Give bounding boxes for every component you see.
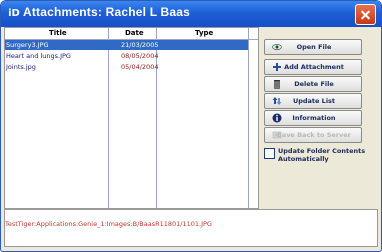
information-button[interactable]: Information bbox=[264, 110, 362, 126]
row-title: Heart and lungs.JPG bbox=[6, 52, 71, 60]
row-title: Surgery3.JPG bbox=[6, 41, 49, 49]
app-logo-icon: iD bbox=[8, 8, 20, 19]
row-date: 08/05/2004 bbox=[121, 52, 159, 60]
path-panel: TestTiger:Applications:Genie_1:Images:B/… bbox=[4, 209, 378, 247]
close-icon[interactable] bbox=[355, 4, 376, 25]
row-date: 05/04/2004 bbox=[121, 63, 159, 71]
update-list-button[interactable]: Update List bbox=[264, 93, 362, 109]
add-attachment-button[interactable]: Add Attachment bbox=[264, 59, 362, 75]
information-label: Information bbox=[292, 114, 336, 122]
column-header-date[interactable]: Date bbox=[125, 29, 144, 37]
row-date: 21/03/2005 bbox=[121, 41, 159, 49]
save-back-label: Save Back to Server bbox=[277, 131, 351, 139]
column-header-type[interactable]: Type bbox=[195, 29, 213, 37]
attachments-window: iD Attachments: Rachel L Baas Title Date… bbox=[0, 0, 382, 252]
update-list-label: Update List bbox=[292, 97, 336, 105]
table-row[interactable]: Joints.jpg 05/04/2004 bbox=[5, 62, 248, 72]
row-title: Joints.jpg bbox=[6, 63, 36, 71]
save-back-to-server-button[interactable]: Save Back to Server bbox=[264, 127, 362, 143]
table-row[interactable]: Surgery3.JPG 21/03/2005 bbox=[5, 40, 248, 50]
open-file-button[interactable]: Open File bbox=[264, 39, 362, 55]
file-path: TestTiger:Applications:Genie_1:Images:B/… bbox=[5, 220, 212, 228]
attachment-list[interactable]: Title Date Type Surgery3.JPG 21/03/2005 … bbox=[4, 27, 259, 209]
column-header-title[interactable]: Title bbox=[49, 29, 67, 37]
table-row[interactable]: Heart and lungs.JPG 08/05/2004 bbox=[5, 51, 248, 61]
title-bar[interactable]: iD Attachments: Rachel L Baas bbox=[1, 1, 381, 27]
delete-file-button[interactable]: Delete File bbox=[264, 76, 362, 92]
column-divider bbox=[248, 28, 249, 208]
list-header: Title Date Type bbox=[5, 28, 258, 39]
update-folder-label: Update Folder Contents Automatically bbox=[278, 147, 366, 163]
window-title: Attachments: Rachel L Baas bbox=[23, 5, 191, 19]
add-attachment-label: Add Attachment bbox=[284, 63, 344, 71]
delete-file-label: Delete File bbox=[294, 80, 334, 88]
open-file-label: Open File bbox=[296, 43, 332, 51]
update-folder-checkbox[interactable] bbox=[264, 148, 275, 159]
